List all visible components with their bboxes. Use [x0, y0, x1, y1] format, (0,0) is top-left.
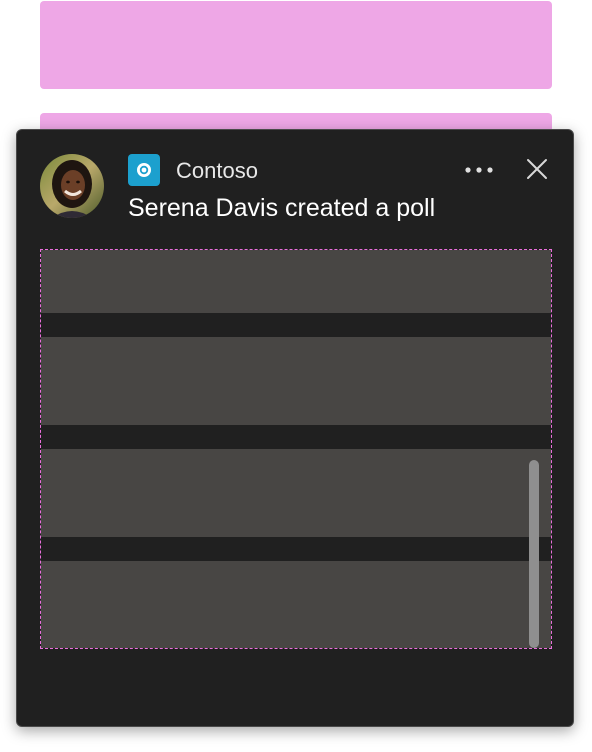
poll-row [41, 250, 551, 313]
more-horizontal-icon [465, 167, 493, 173]
poll-row [41, 449, 551, 537]
close-icon [527, 159, 547, 179]
avatar [40, 154, 104, 218]
contoso-app-icon [128, 154, 160, 186]
scrollbar-thumb[interactable] [529, 460, 539, 648]
poll-row [41, 561, 551, 648]
notification-title: Serena Davis created a poll [128, 194, 436, 222]
poll-content-area[interactable] [40, 249, 552, 649]
close-button[interactable] [520, 152, 554, 186]
notification-card: Contoso Serena Davis created a poll [16, 129, 574, 727]
poll-row [41, 337, 551, 425]
app-name: Contoso [176, 158, 258, 183]
placeholder-bar-top [40, 1, 552, 89]
more-options-button[interactable] [459, 156, 499, 184]
